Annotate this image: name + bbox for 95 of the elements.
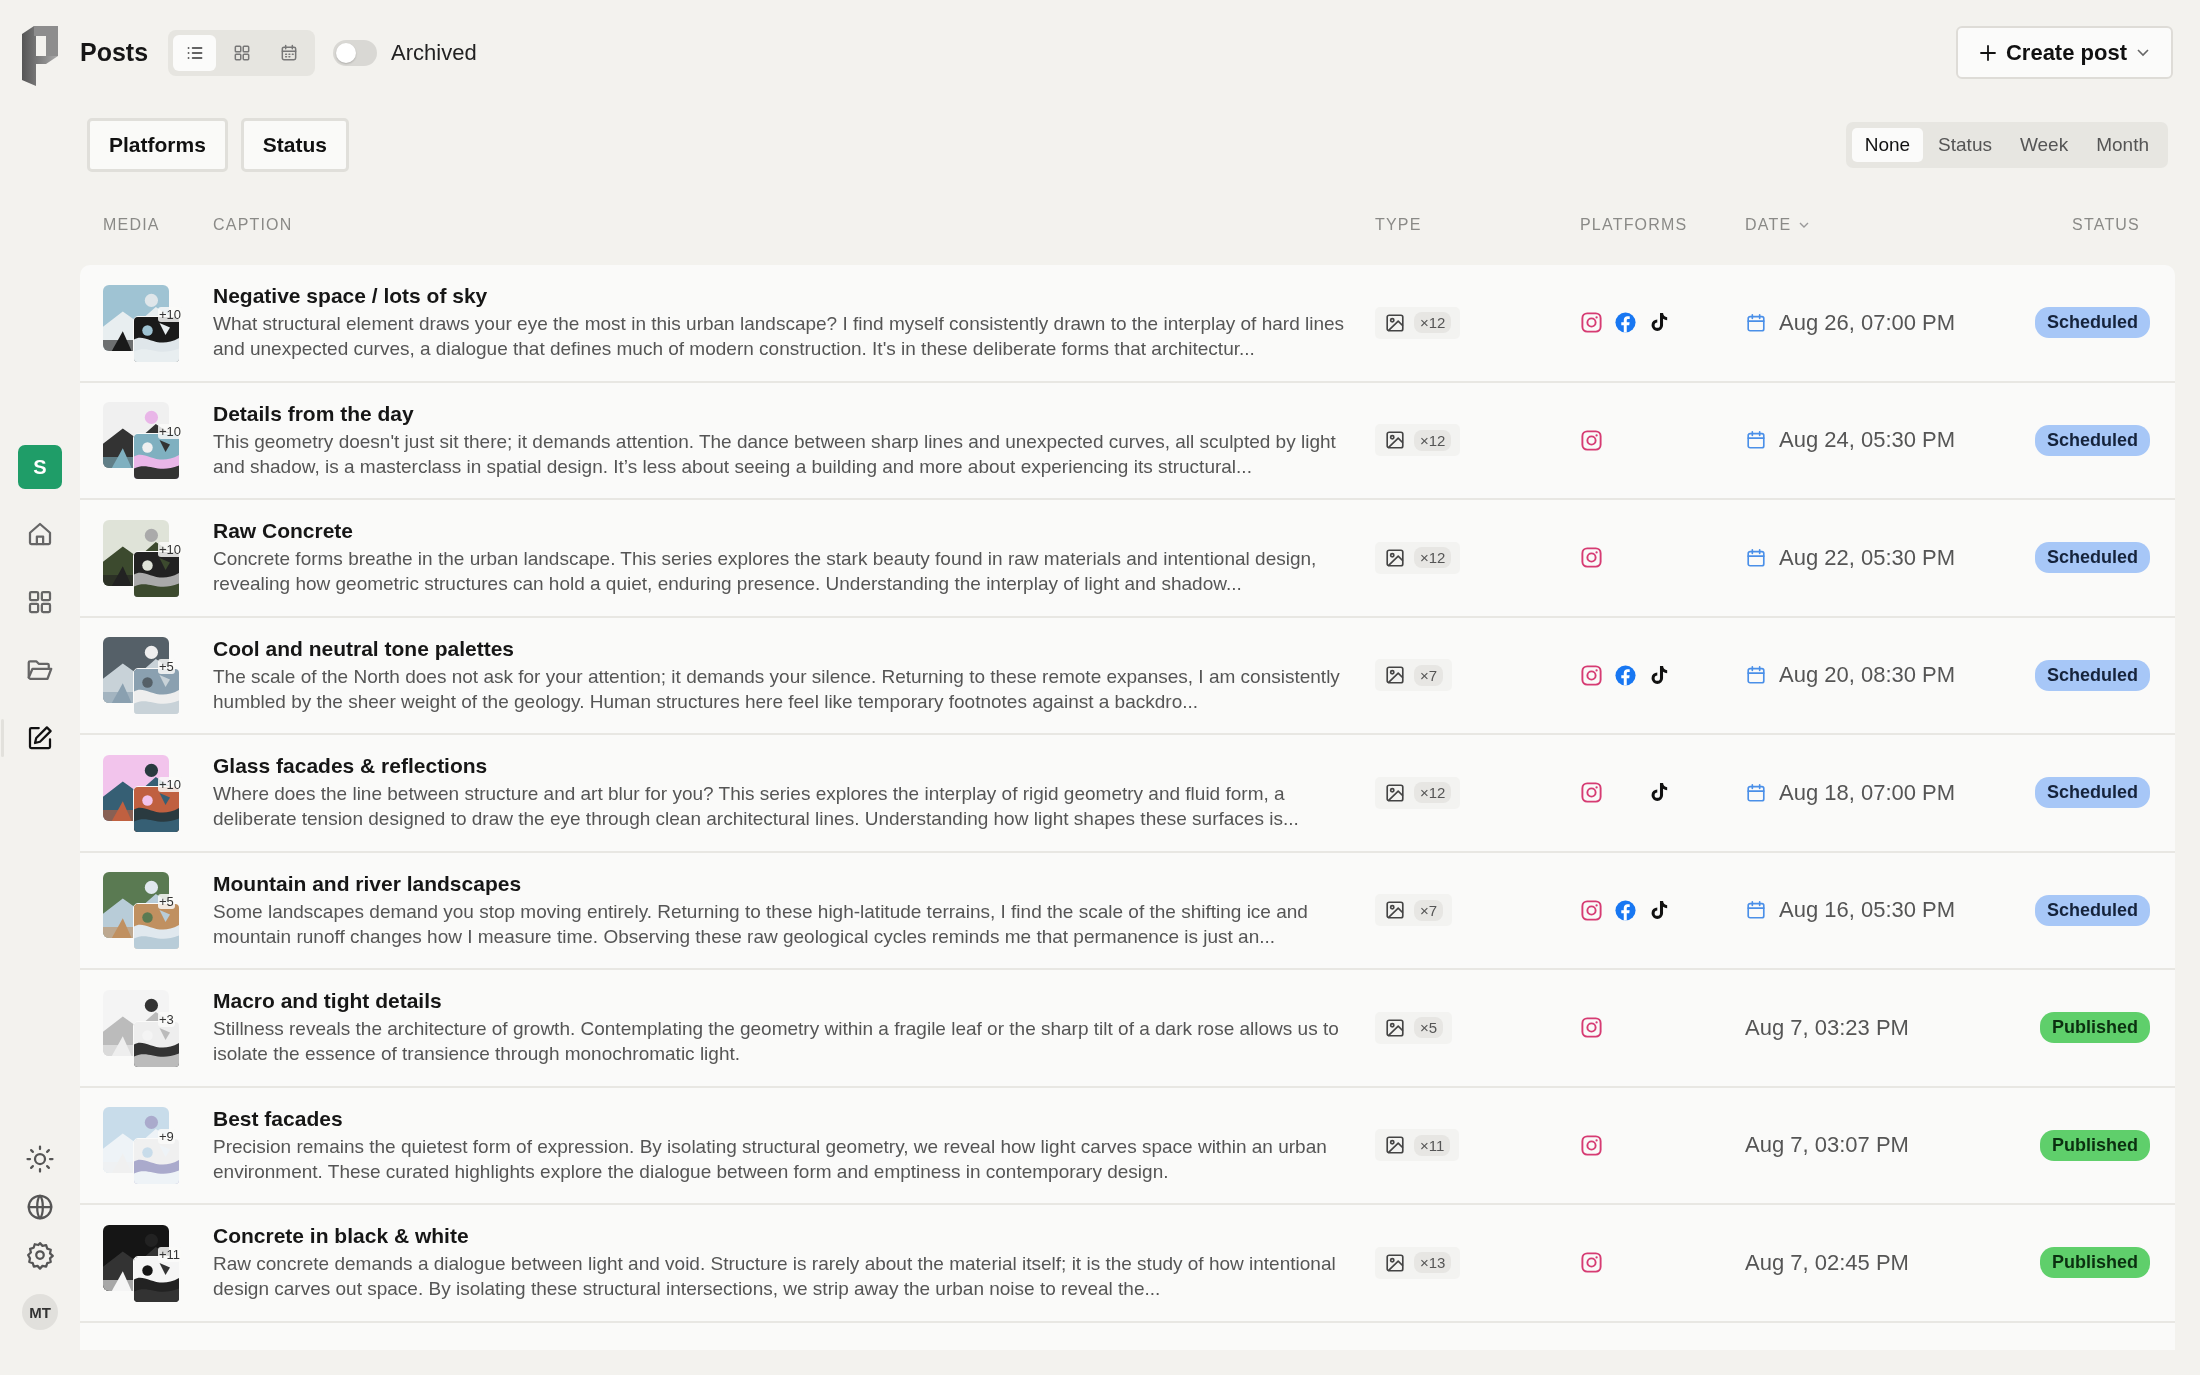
image-icon bbox=[1384, 1016, 1406, 1039]
archived-toggle[interactable] bbox=[333, 39, 378, 66]
image-count: ×13 bbox=[1414, 1252, 1452, 1274]
image-count: ×12 bbox=[1414, 312, 1452, 334]
toggle-label: Archived bbox=[391, 39, 477, 66]
instagram-icon bbox=[1580, 898, 1603, 922]
post-title[interactable]: Best facades bbox=[213, 1106, 1350, 1131]
calendar-icon bbox=[1745, 429, 1767, 452]
status-badge: Scheduled bbox=[2034, 659, 2150, 691]
image-icon bbox=[1384, 899, 1406, 922]
image-icon bbox=[1384, 1251, 1406, 1274]
post-date: Aug 26, 07:00 PM bbox=[1779, 309, 1956, 336]
status-badge: Scheduled bbox=[2034, 424, 2150, 456]
instagram-icon bbox=[1580, 1133, 1603, 1157]
image-icon bbox=[1384, 311, 1406, 334]
image-count: ×11 bbox=[1414, 1134, 1451, 1156]
instagram-icon bbox=[1580, 428, 1603, 452]
image-count: ×7 bbox=[1414, 664, 1444, 686]
column-header: STATUS bbox=[2072, 216, 2140, 234]
status-badge: Published bbox=[2040, 1129, 2150, 1161]
user-avatar[interactable]: MT bbox=[22, 1294, 58, 1330]
image-count: ×7 bbox=[1414, 899, 1444, 921]
column-header: MEDIA bbox=[103, 216, 160, 234]
post-date: Aug 7, 03:07 PM bbox=[1745, 1132, 1909, 1159]
globe-icon[interactable] bbox=[25, 1192, 55, 1222]
post-title[interactable]: Concrete in black & white bbox=[213, 1224, 1350, 1249]
chevron-down-icon bbox=[2137, 48, 2149, 57]
instagram-icon bbox=[1580, 1251, 1603, 1275]
grouping-tab[interactable]: Status bbox=[1925, 128, 2005, 162]
post-caption: What structural element draws your eye the most in this urban landscape? I find myself consistently drawn to the interplay of hard lines and unexpected curves, a dialogue that defines much of modern construction. It's in these deliberate forms that architectur... bbox=[213, 312, 1346, 362]
chevron-down-icon[interactable] bbox=[1799, 222, 1810, 228]
post-caption: Where does the line between structure and art blur for you? This series explores the interplay of rigid geometry and fluid form, a deliberate tension designed to draw the eye through clean architectural lines. Understanding how light shapes these surfaces is... bbox=[213, 782, 1300, 832]
grouping-tab[interactable]: Month bbox=[2083, 128, 2162, 162]
post-caption: Raw concrete demands a dialogue between light and void. Structure is rarely about the material itself; it is the study of how intentional design carves out space. By isolating these structural intersections, we strip away the urban noise to reveal the... bbox=[213, 1252, 1337, 1302]
post-date: Aug 7, 03:23 PM bbox=[1745, 1014, 1909, 1041]
image-icon bbox=[1384, 429, 1406, 452]
calendar-icon bbox=[1745, 546, 1767, 569]
facebook-icon bbox=[1614, 663, 1637, 687]
post-date: Aug 18, 07:00 PM bbox=[1779, 779, 1956, 806]
post-title[interactable]: Raw Concrete bbox=[213, 519, 1350, 544]
facebook-icon bbox=[1614, 898, 1637, 922]
image-count: ×5 bbox=[1414, 1017, 1444, 1039]
calendar-icon bbox=[1745, 664, 1767, 687]
post-date: Aug 22, 05:30 PM bbox=[1779, 544, 1956, 571]
post-caption: Stillness reveals the architecture of growth. Contemplating the geometry within a fragile leaf or the sharp tilt of a dark rose allows us to isolate the essence of transience through monochromatic light. bbox=[213, 1017, 1340, 1067]
status-badge: Scheduled bbox=[2034, 894, 2150, 926]
facebook-icon bbox=[1614, 311, 1637, 335]
post-date: Aug 7, 02:45 PM bbox=[1745, 1249, 1909, 1276]
image-icon bbox=[1384, 781, 1406, 804]
post-caption: Some landscapes demand you stop moving entirely. Returning to these high-latitude terrains, I find the scale of the shifting ice and mountain runoff changes how I measure time. Observing these raw geological cycles reminds me that permanence is just an... bbox=[213, 899, 1309, 949]
column-header: CAPTION bbox=[213, 216, 293, 234]
status-badge: Scheduled bbox=[2034, 542, 2150, 574]
post-title[interactable]: Negative space / lots of sky bbox=[213, 284, 1350, 309]
post-title[interactable]: Details from the day bbox=[213, 401, 1350, 426]
instagram-icon bbox=[1580, 311, 1603, 335]
post-caption: The scale of the North does not ask for your attention; it demands your silence. Returning to these remote expanses, I am consistently humbled by the sheer weight of the geology. Human structures here feel like temporary footnotes against a backdro... bbox=[213, 664, 1341, 714]
page-title: Posts bbox=[80, 38, 149, 67]
post-title[interactable]: Cool and neutral tone palettes bbox=[213, 636, 1350, 661]
calendar-icon bbox=[1745, 311, 1767, 334]
image-icon bbox=[1384, 1134, 1406, 1157]
image-count: ×12 bbox=[1414, 429, 1452, 451]
instagram-icon bbox=[1580, 546, 1603, 570]
post-title[interactable]: Mountain and river landscapes bbox=[213, 871, 1350, 896]
grouping-tab[interactable]: None bbox=[1851, 128, 1924, 162]
post-caption: This geometry doesn't just sit there; it demands attention. The dance between sharp lines and unexpected curves, all sculpted by light and shadow, is a masterclass in spatial design. It’s less about seeing a building and more about experiencing its structural... bbox=[213, 429, 1337, 479]
status-badge: Published bbox=[2040, 1247, 2150, 1279]
calendar-icon bbox=[1745, 899, 1767, 922]
grouping-tab[interactable]: Week bbox=[2006, 128, 2082, 162]
status-badge: Scheduled bbox=[2034, 307, 2150, 339]
status-badge: Scheduled bbox=[2034, 777, 2150, 809]
post-caption: Precision remains the quietest form of expression. By isolating structural geometry, we reveal how light carves space within an urban environment. These curated highlights explore the dialogue between form and emptiness in contemporary design. bbox=[213, 1134, 1328, 1184]
settings-icon[interactable] bbox=[25, 1240, 55, 1270]
instagram-icon bbox=[1580, 1016, 1603, 1040]
post-title[interactable]: Glass facades & reflections bbox=[213, 754, 1350, 779]
status-badge: Published bbox=[2040, 1012, 2150, 1044]
post-caption: Concrete forms breathe in the urban landscape. This series explores the stark beauty found in raw materials and intentional design, revealing how geometric structures can hold a quiet, enduring presence. Understanding the interplay of light and shadow... bbox=[213, 547, 1318, 597]
post-date: Aug 20, 08:30 PM bbox=[1779, 662, 1956, 689]
post-date: Aug 24, 05:30 PM bbox=[1779, 427, 1956, 454]
column-header: PLATFORMS bbox=[1580, 216, 1688, 234]
create-post-button[interactable]: Create post bbox=[1955, 26, 2173, 79]
column-header: TYPE bbox=[1375, 216, 1422, 234]
instagram-icon bbox=[1580, 663, 1603, 687]
instagram-icon bbox=[1580, 781, 1603, 805]
filter-button[interactable]: Status bbox=[240, 118, 350, 172]
image-count: ×12 bbox=[1414, 547, 1452, 569]
list-view-button[interactable] bbox=[173, 34, 217, 71]
filter-button[interactable]: Platforms bbox=[87, 118, 228, 172]
image-icon bbox=[1384, 664, 1406, 687]
plus-icon bbox=[1979, 44, 1996, 61]
post-title[interactable]: Macro and tight details bbox=[213, 989, 1350, 1014]
image-count: ×12 bbox=[1414, 782, 1452, 804]
sun-icon[interactable] bbox=[25, 1144, 55, 1174]
calendar-icon bbox=[1745, 781, 1767, 804]
post-date: Aug 16, 05:30 PM bbox=[1779, 897, 1956, 924]
image-icon bbox=[1384, 546, 1406, 569]
